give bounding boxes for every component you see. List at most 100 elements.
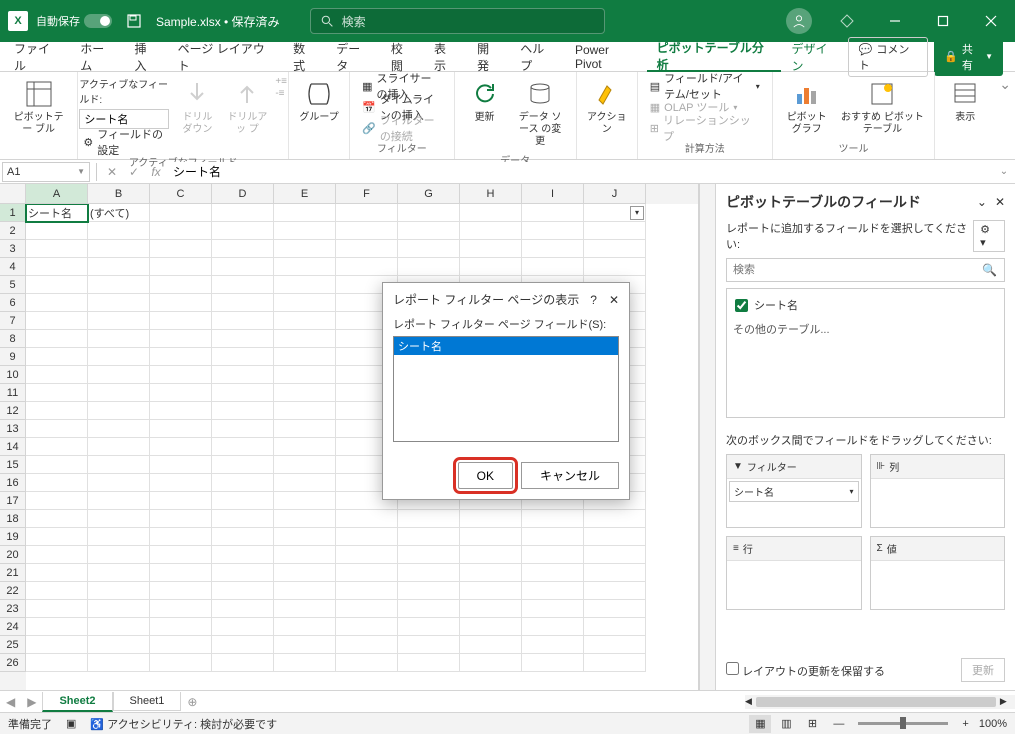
filter-dropdown-icon[interactable]: ▾ — [630, 206, 644, 220]
cell-H22[interactable] — [460, 582, 522, 600]
cell-B14[interactable] — [88, 438, 150, 456]
col-header-F[interactable]: F — [336, 184, 398, 204]
cell-A5[interactable] — [26, 276, 88, 294]
tab-formulas[interactable]: 数式 — [283, 42, 326, 72]
col-header-G[interactable]: G — [398, 184, 460, 204]
field-item-button[interactable]: ▤フィールド/アイテム/セット▾ — [646, 76, 764, 96]
cell-D3[interactable] — [212, 240, 274, 258]
dialog-help-button[interactable]: ? — [590, 293, 597, 307]
cell-D22[interactable] — [212, 582, 274, 600]
tab-review[interactable]: 校閲 — [381, 42, 424, 72]
sheet-tab-sheet1[interactable]: Sheet1 — [113, 692, 182, 711]
cell-B1[interactable]: (すべて)▾ — [88, 204, 150, 222]
horizontal-scrollbar[interactable]: ◀▶ — [745, 695, 1015, 709]
cell-C18[interactable] — [150, 510, 212, 528]
cell-D1[interactable] — [212, 204, 274, 222]
cell-A8[interactable] — [26, 330, 88, 348]
cell-J26[interactable] — [584, 654, 646, 672]
search-input[interactable]: 検索 — [310, 8, 605, 34]
col-header-J[interactable]: J — [584, 184, 646, 204]
cell-A1[interactable]: シート名 — [26, 204, 88, 222]
cell-F20[interactable] — [336, 546, 398, 564]
cell-A17[interactable] — [26, 492, 88, 510]
tab-home[interactable]: ホーム — [70, 42, 124, 72]
zoom-slider[interactable] — [858, 722, 948, 725]
cell-C15[interactable] — [150, 456, 212, 474]
row-header-14[interactable]: 14 — [0, 438, 26, 456]
cell-A21[interactable] — [26, 564, 88, 582]
dialog-field-list[interactable]: シート名 — [393, 336, 619, 442]
cell-I26[interactable] — [522, 654, 584, 672]
tab-help[interactable]: ヘルプ — [510, 42, 565, 72]
cell-E22[interactable] — [274, 582, 336, 600]
cell-A13[interactable] — [26, 420, 88, 438]
cell-J18[interactable] — [584, 510, 646, 528]
row-header-21[interactable]: 21 — [0, 564, 26, 582]
cell-D21[interactable] — [212, 564, 274, 582]
row-header-26[interactable]: 26 — [0, 654, 26, 672]
cell-A15[interactable] — [26, 456, 88, 474]
filename[interactable]: Sample.xlsx • 保存済み — [156, 13, 280, 30]
cell-J22[interactable] — [584, 582, 646, 600]
cell-B2[interactable] — [88, 222, 150, 240]
cell-I20[interactable] — [522, 546, 584, 564]
tab-pagelayout[interactable]: ページ レイアウト — [168, 42, 283, 72]
cell-E26[interactable] — [274, 654, 336, 672]
cell-H20[interactable] — [460, 546, 522, 564]
tab-insert[interactable]: 挿入 — [125, 42, 168, 72]
cell-B4[interactable] — [88, 258, 150, 276]
pivot-rows-box[interactable]: ≡行 — [726, 536, 862, 610]
tab-developer[interactable]: 開発 — [467, 42, 510, 72]
cell-E4[interactable] — [274, 258, 336, 276]
cell-H26[interactable] — [460, 654, 522, 672]
cell-F26[interactable] — [336, 654, 398, 672]
cell-A16[interactable] — [26, 474, 88, 492]
row-header-17[interactable]: 17 — [0, 492, 26, 510]
dialog-close-button[interactable]: ✕ — [609, 293, 619, 307]
cell-F3[interactable] — [336, 240, 398, 258]
display-button[interactable]: 表示 — [943, 76, 987, 126]
autosave-toggle[interactable]: 自動保存 — [36, 13, 112, 29]
dialog-ok-button[interactable]: OK — [458, 462, 513, 489]
cell-I1[interactable] — [522, 204, 584, 222]
cell-I19[interactable] — [522, 528, 584, 546]
cell-B20[interactable] — [88, 546, 150, 564]
cell-B15[interactable] — [88, 456, 150, 474]
tab-view[interactable]: 表示 — [424, 42, 467, 72]
cell-E7[interactable] — [274, 312, 336, 330]
col-header-D[interactable]: D — [212, 184, 274, 204]
cell-D5[interactable] — [212, 276, 274, 294]
cell-I21[interactable] — [522, 564, 584, 582]
cell-B11[interactable] — [88, 384, 150, 402]
add-sheet-button[interactable]: ⊕ — [181, 695, 203, 709]
drillup-button[interactable]: ドリルアッ プ — [225, 76, 269, 138]
cell-C4[interactable] — [150, 258, 212, 276]
cell-D9[interactable] — [212, 348, 274, 366]
cell-D12[interactable] — [212, 402, 274, 420]
cell-G20[interactable] — [398, 546, 460, 564]
row-header-22[interactable]: 22 — [0, 582, 26, 600]
cell-F1[interactable] — [336, 204, 398, 222]
cell-C1[interactable] — [150, 204, 212, 222]
cell-E16[interactable] — [274, 474, 336, 492]
row-header-19[interactable]: 19 — [0, 528, 26, 546]
cell-D4[interactable] — [212, 258, 274, 276]
cell-A22[interactable] — [26, 582, 88, 600]
col-header-C[interactable]: C — [150, 184, 212, 204]
pivot-values-box[interactable]: Σ値 — [870, 536, 1006, 610]
defer-layout-checkbox[interactable]: レイアウトの更新を保留する — [726, 662, 885, 679]
cell-A10[interactable] — [26, 366, 88, 384]
pivot-columns-box[interactable]: ⊪列 — [870, 454, 1006, 528]
cell-B16[interactable] — [88, 474, 150, 492]
cell-J19[interactable] — [584, 528, 646, 546]
cell-B12[interactable] — [88, 402, 150, 420]
cell-I25[interactable] — [522, 636, 584, 654]
pivot-other-tables[interactable]: その他のテーブル... — [733, 321, 998, 337]
cell-B17[interactable] — [88, 492, 150, 510]
cell-C14[interactable] — [150, 438, 212, 456]
cell-F4[interactable] — [336, 258, 398, 276]
cell-D24[interactable] — [212, 618, 274, 636]
cell-G22[interactable] — [398, 582, 460, 600]
pivot-pane-collapse-button[interactable]: ⌄ — [977, 195, 987, 209]
cell-E12[interactable] — [274, 402, 336, 420]
